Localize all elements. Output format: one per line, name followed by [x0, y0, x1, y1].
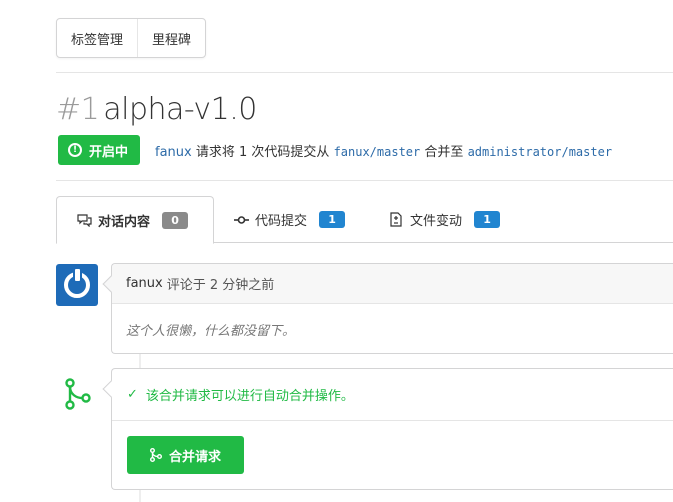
pr-desc-text-1: 请求将 1 次代码提交从 [195, 144, 330, 160]
tab-label: 代码提交 [255, 214, 308, 229]
issue-nav: 标签管理 里程碑 [56, 18, 207, 58]
avatar[interactable] [56, 264, 98, 306]
tab-count-badge: 1 [474, 211, 501, 228]
pr-tabs: 对话内容 0 代码提交 1 文件变动 1 [56, 196, 673, 244]
merge-button[interactable]: 合并请求 [127, 436, 244, 474]
tab-files-changed[interactable]: 文件变动 1 [388, 196, 501, 243]
tab-label: 对话内容 [98, 214, 151, 230]
merge-panel: ✓ 该合并请求可以进行自动合并操作。 合并请求 [102, 368, 673, 490]
tab-count-badge: 1 [319, 211, 346, 228]
status-label: 开启中 [89, 144, 129, 160]
comment-author-link[interactable]: fanux [126, 276, 163, 291]
pr-description: fanux 请求将 1 次代码提交从 fanux/master 合并至 admi… [155, 141, 612, 160]
merge-button-label: 合并请求 [168, 449, 221, 465]
pr-number: #1 [56, 92, 100, 127]
divider [56, 72, 673, 73]
merge-status-text: 该合并请求可以进行自动合并操作。 [145, 389, 354, 404]
page-title: #1 alpha-v1.0 [56, 90, 257, 130]
merge-icon [65, 378, 91, 410]
exclamation-circle-icon: ! [68, 143, 82, 157]
comments-icon [76, 213, 92, 227]
base-branch[interactable]: administrator/master [468, 145, 613, 159]
tab-commits[interactable]: 代码提交 1 [233, 196, 346, 243]
labels-button[interactable]: 标签管理 [57, 19, 137, 57]
pr-title: alpha-v1.0 [103, 92, 257, 127]
comment-body: 这个人很懒，什么都没留下。 [126, 324, 296, 339]
file-diff-icon [388, 212, 404, 227]
pr-author-link[interactable]: fanux [155, 145, 192, 160]
head-branch[interactable]: fanux/master [334, 145, 421, 159]
comment-header: fanux 评论于 2 分钟之前 [112, 264, 673, 304]
tab-label: 文件变动 [410, 214, 463, 229]
power-icon [64, 269, 90, 298]
status-badge: ! 开启中 [58, 135, 141, 165]
pr-status-line: ! 开启中 fanux 请求将 1 次代码提交从 fanux/master 合并… [58, 135, 612, 165]
divider [56, 180, 673, 181]
check-icon: ✓ [127, 387, 138, 402]
pr-desc-text-2: 合并至 [424, 144, 464, 160]
merge-status: ✓ 该合并请求可以进行自动合并操作。 [112, 369, 673, 421]
milestones-button[interactable]: 里程碑 [137, 19, 205, 57]
tab-count-badge: 0 [162, 211, 189, 229]
comment-meta: 评论于 2 分钟之前 [166, 278, 275, 293]
tab-conversation[interactable]: 对话内容 0 [56, 196, 214, 244]
comment-box: fanux 评论于 2 分钟之前 这个人很懒，什么都没留下。 [102, 263, 673, 354]
commit-icon [233, 215, 249, 225]
merge-icon [149, 448, 162, 462]
